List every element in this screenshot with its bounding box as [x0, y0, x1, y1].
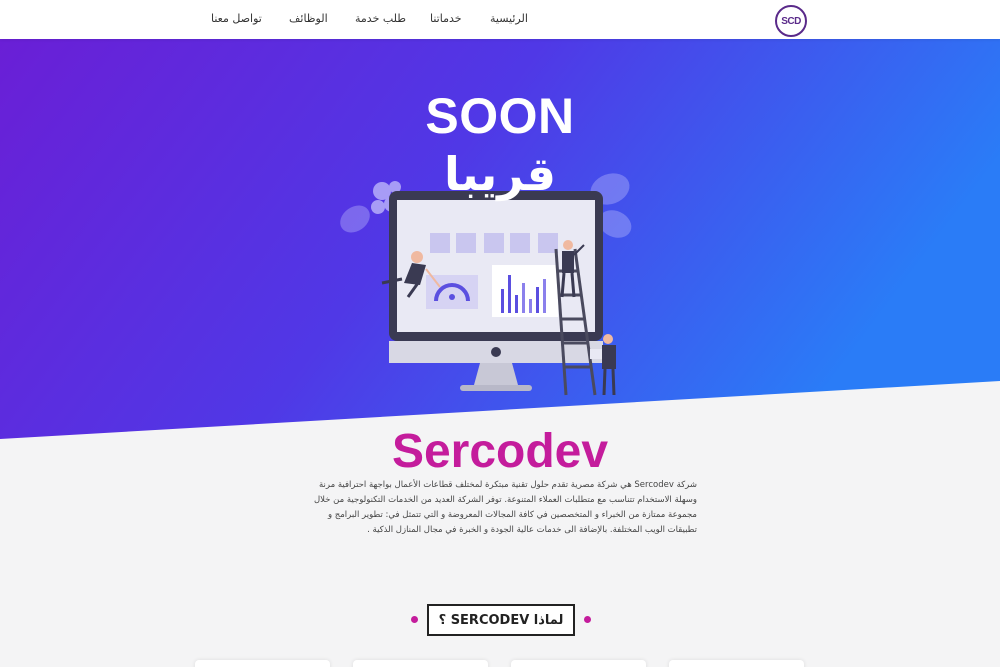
feature-card: [669, 660, 804, 667]
nav-home[interactable]: الرئيسية: [490, 12, 528, 25]
logo[interactable]: SCD: [775, 5, 807, 37]
navbar: الرئيسية خدماتنا طلب خدمة الوظائف تواصل …: [0, 0, 1000, 39]
nav-request-service[interactable]: طلب خدمة: [355, 12, 406, 25]
feature-card: [511, 660, 646, 667]
nav-jobs[interactable]: الوظائف: [289, 12, 328, 25]
nav-contact[interactable]: تواصل معنا: [211, 12, 262, 25]
nav-services[interactable]: خدماتنا: [430, 12, 462, 25]
accent-dot-left: [411, 616, 418, 623]
monitor-graphic: [389, 191, 603, 391]
brand-heading: Sercodev: [391, 425, 609, 478]
feature-card: [195, 660, 330, 667]
hero-title-ar: قريبا: [443, 147, 557, 201]
why-section: لماذا SERCODEV ؟: [0, 604, 1000, 638]
about-description: شركة Sercodev هي شركة مصرية تقدم حلول تق…: [313, 480, 697, 535]
accent-dot-right: [584, 616, 591, 623]
hero-section: SOON قريبا: [0, 39, 1000, 439]
why-heading: لماذا SERCODEV ؟: [427, 604, 575, 636]
hero-title-en: SOON: [425, 88, 575, 144]
feature-card: [353, 660, 488, 667]
logo-text: SCD: [781, 15, 801, 27]
